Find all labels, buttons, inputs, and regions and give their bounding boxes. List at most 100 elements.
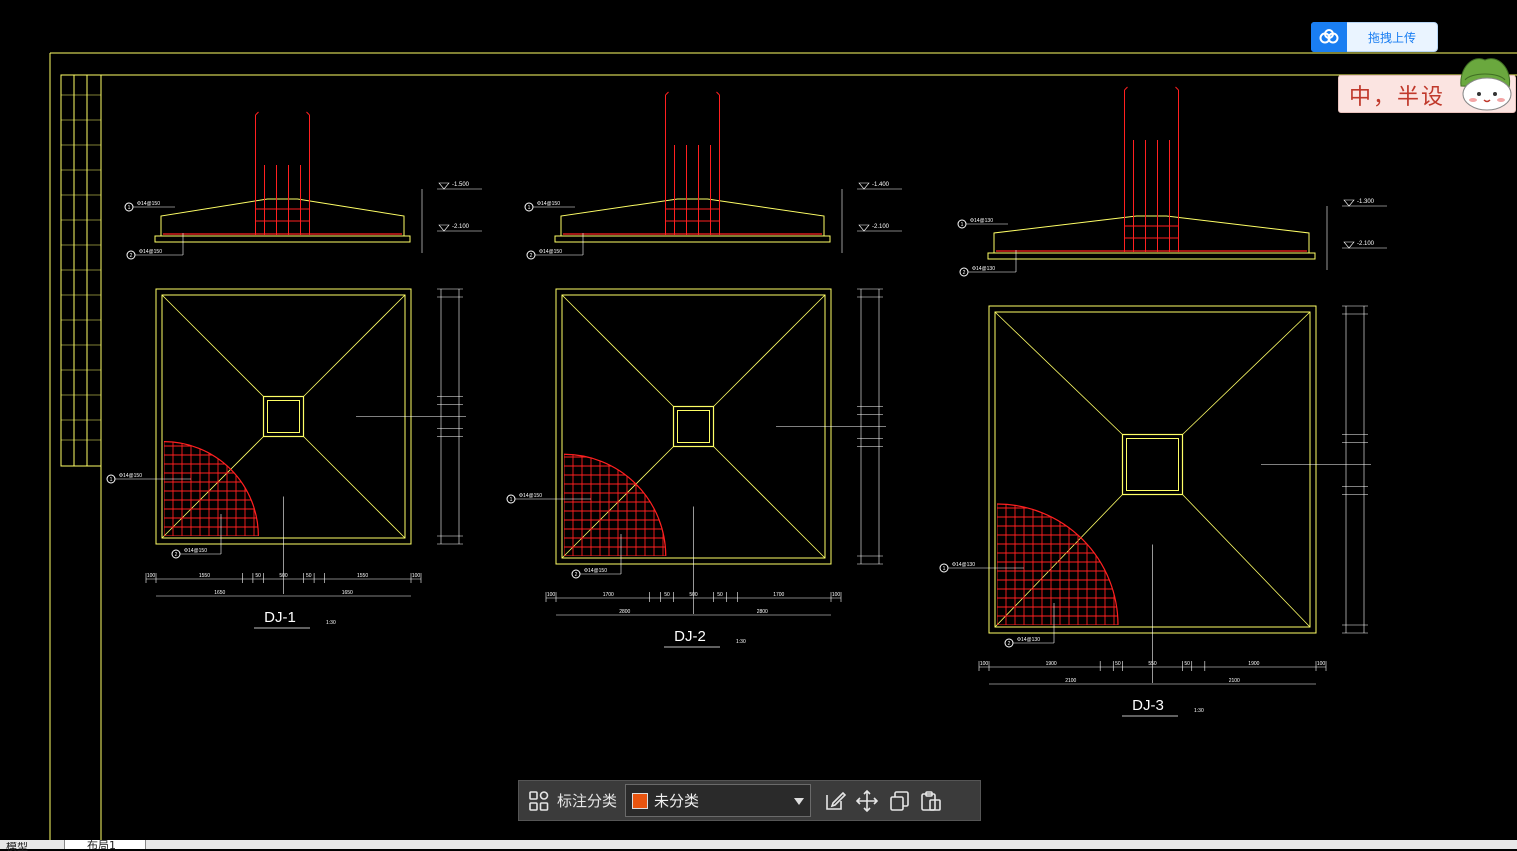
plan-dim-bottom: 100 [980,661,989,667]
plan-callout-2-text: Φ14@130 [1017,637,1040,643]
plan-callout-2-text: Φ14@150 [184,548,207,554]
plan-callout-1-number: 1 [943,566,946,572]
plan-dim-bottom: 1900 [1248,661,1259,667]
elevation-mark-bottom [858,224,870,232]
callout-1-text: Φ14@130 [970,218,993,224]
plan-dim-total-right: 2800 [757,609,768,615]
chevron-down-icon [794,798,805,805]
callout-2-number: 2 [963,270,966,276]
callout-1-text: Φ14@150 [537,201,560,207]
plan-dim-bottom: 50 [717,592,723,598]
elevation-mark-top [1343,199,1355,207]
plan-dim-bottom: 100 [1317,661,1326,667]
watermark-logo: 中，半设 [1338,58,1516,113]
category-label: 标注分类 [557,792,618,810]
plan-dim-total-left: 2100 [1065,678,1076,684]
plan-dim-bottom: 1550 [357,573,368,579]
plan-dim-bottom: 50 [1115,661,1121,667]
column-inner [1126,438,1179,491]
callout-1-text: Φ14@150 [137,201,160,207]
foundation-dj-2: 1 Φ14@150 2 Φ14@150 -1.400 -2.100 1 Φ14@150 2 Φ14… [506,91,902,648]
callout-1-number: 1 [961,222,964,228]
foundation-dj-3: 1 Φ14@130 2 Φ14@130 -1.300 -2.100 1 Φ14@130 2 Φ14… [939,86,1387,717]
annotation-toolbar: 标注分类 未分类 [518,780,981,821]
plan-callout-2-text: Φ14@150 [584,568,607,574]
plan-dim-bottom: 1550 [199,573,210,579]
drawing-scale: 1:30 [736,639,746,645]
elevation-top: -1.500 [452,182,470,188]
plan-callout-1-text: Φ14@130 [952,562,975,568]
section-outline [560,198,825,236]
column-inner [677,410,710,443]
plan-dim-bottom: 100 [547,592,556,598]
copy-icon[interactable] [883,785,915,817]
tab-model[interactable]: 模型 [0,842,34,851]
plan-dim-total-left: 1650 [214,590,225,596]
paste-icon[interactable] [915,785,947,817]
plan-dim-bottom: 100 [147,573,156,579]
plan-callout-2-number: 2 [175,552,178,558]
drawing-label: DJ-3 [1132,697,1164,714]
section-base [987,252,1316,260]
section-base [154,235,411,243]
grid-icon[interactable] [523,785,555,817]
plan-callout-1-number: 1 [110,477,113,483]
plan-dim-total-right: 1650 [342,590,353,596]
plan-callout-2-number: 2 [1008,641,1011,647]
title-block-column [61,94,101,441]
plan-dim-bottom: 100 [412,573,421,579]
plan-dim-bottom: 50 [255,573,261,579]
plan-callout-1-text: Φ14@150 [519,493,542,499]
plan-dim-bottom: 500 [279,573,288,579]
plan-callout-2-number: 2 [575,572,578,578]
plan-dim-bottom: 1700 [603,592,614,598]
tab-layout-1[interactable]: 布局1 [64,840,146,849]
elevation-top: -1.300 [1357,199,1375,205]
cad-drawing-canvas[interactable]: 1 Φ14@150 2 Φ14@150 -1.500 -2.100 1 Φ14@150 2 Φ14… [0,0,1517,849]
callout-2-number: 2 [530,253,533,259]
plan-dim-bottom: 500 [689,592,698,598]
category-color-swatch [632,792,649,809]
edit-icon[interactable] [819,785,851,817]
layout-tab-bar [0,840,1517,849]
foundation-dj-1: 1 Φ14@150 2 Φ14@150 -1.500 -2.100 1 Φ14@150 2 Φ14… [106,111,482,629]
column-outline [262,395,305,438]
move-icon[interactable] [851,785,883,817]
elevation-bottom: -2.100 [872,224,890,230]
section-outline [160,198,405,236]
elevation-bottom: -2.100 [1357,241,1375,247]
drag-upload-label: 拖拽上传 [1367,30,1416,45]
cloud-icon [1311,21,1347,52]
callout-2-text: Φ14@150 [139,249,162,255]
plan-dim-bottom: 50 [1184,661,1190,667]
category-select[interactable]: 未分类 [625,784,812,817]
drawing-scale: 1:30 [1194,708,1204,714]
plan-dim-bottom: 50 [306,573,312,579]
elevation-mark-bottom [1343,241,1355,249]
plan-dim-bottom: 1900 [1046,661,1057,667]
plan-callout-1-number: 1 [510,497,513,503]
callout-1-number: 1 [128,205,131,211]
plan-dim-total-left: 2800 [619,609,630,615]
category-value: 未分类 [654,792,700,810]
foundation-drawings: 1 Φ14@150 2 Φ14@150 -1.500 -2.100 1 Φ14@150 2 Φ14… [106,86,1387,717]
elevation-top: -1.400 [872,182,890,188]
plan-dim-bottom: 50 [664,592,670,598]
elevation-mark-top [858,182,870,190]
callout-1-number: 1 [528,205,531,211]
rebar-mesh [997,504,1118,625]
section-base [554,235,831,243]
section-outline [993,215,1310,253]
watermark-text: 中，半设 [1349,85,1446,110]
elevation-bottom: -2.100 [452,224,470,230]
plan-dim-bottom: 100 [832,592,841,598]
plan-dim-bottom: 1700 [773,592,784,598]
drawing-scale: 1:30 [326,620,336,626]
column-outline [672,405,715,448]
callout-2-text: Φ14@130 [972,266,995,272]
plan-callout-1-text: Φ14@150 [119,473,142,479]
column-inner [267,400,300,433]
drag-upload-button[interactable]: 拖拽上传 [1311,21,1438,52]
column-outline [1121,433,1184,496]
plan-dim-bottom: 550 [1148,661,1157,667]
